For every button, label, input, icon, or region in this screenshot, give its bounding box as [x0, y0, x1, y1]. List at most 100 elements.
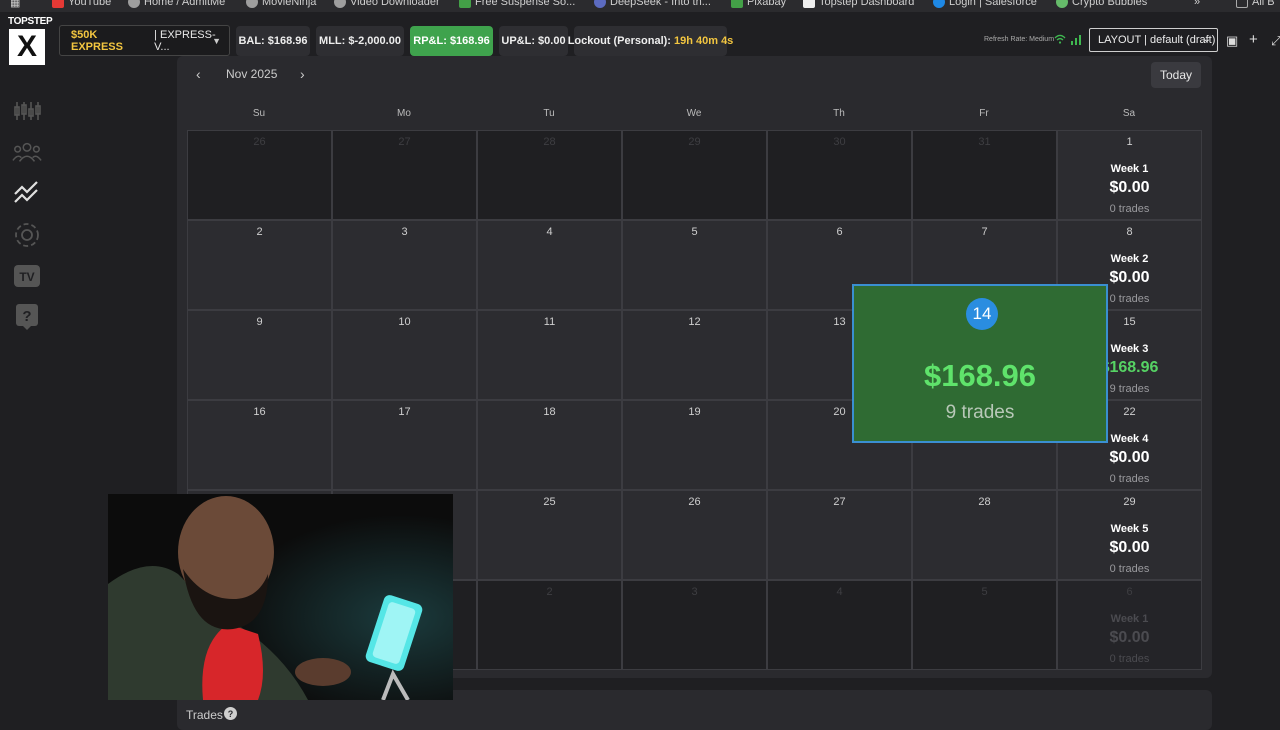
pixabay-icon — [459, 0, 471, 8]
day-cell[interactable]: 3 — [332, 220, 477, 310]
day-cell[interactable]: 31 — [912, 130, 1057, 220]
day-number: 7 — [981, 226, 988, 238]
day-cell[interactable]: 17 — [332, 400, 477, 490]
bookmark-youtube[interactable]: YouTube — [52, 0, 111, 8]
day-number: 26 — [688, 496, 701, 508]
day-cell[interactable]: 29 — [622, 130, 767, 220]
week-pnl: $0.00 — [1109, 629, 1150, 646]
day-cell[interactable]: 26 — [187, 130, 332, 220]
bookmarks-more-icon[interactable]: » — [1194, 0, 1200, 8]
day-number: 30 — [833, 136, 846, 148]
chevron-down-icon: ⌄ — [1202, 34, 1211, 45]
day-cell[interactable]: 25 — [477, 490, 622, 580]
week-trades: 0 trades — [1109, 563, 1150, 575]
week-summary-cell[interactable]: 29 Week 5 $0.00 0 trades — [1057, 490, 1202, 580]
all-bookmarks[interactable]: All B — [1236, 0, 1275, 8]
gear-icon[interactable] — [12, 220, 42, 250]
day-number: 25 — [543, 496, 556, 508]
pixabay-icon — [731, 0, 743, 8]
day-number: 2 — [256, 226, 263, 238]
day-cell[interactable]: 4 — [767, 580, 912, 670]
week-summary-cell[interactable]: 6 Week 1 $0.00 0 trades — [1057, 580, 1202, 670]
day-number: 4 — [836, 586, 843, 598]
day-cell[interactable]: 5 — [912, 580, 1057, 670]
day-cell[interactable]: 12 — [622, 310, 767, 400]
day-cell[interactable]: 19 — [622, 400, 767, 490]
account-select[interactable]: $50K EXPRESS | EXPRESS-V... ▼ — [59, 25, 230, 56]
bookmark-suspense[interactable]: Free Suspense So... — [459, 0, 575, 8]
day-number: 29 — [688, 136, 701, 148]
day-cell[interactable]: 11 — [477, 310, 622, 400]
weekday-label: We — [686, 108, 702, 119]
chevron-left-icon[interactable]: ‹ — [196, 66, 201, 82]
chevron-down-icon: ▼ — [212, 36, 221, 46]
day-number: 6 — [1126, 586, 1133, 598]
salesforce-icon — [933, 0, 945, 8]
topstep-icon — [803, 0, 815, 8]
upl-pill[interactable]: UP&L: $0.00 — [499, 26, 568, 56]
expand-icon[interactable]: ⤢ — [1271, 33, 1280, 49]
layout-select[interactable]: LAYOUT | default (draft) ⌄ — [1089, 28, 1218, 52]
candlestick-chart-icon[interactable] — [12, 96, 42, 126]
week-label: Week 1 — [1110, 613, 1149, 625]
lockout-pill[interactable]: Lockout (Personal): 19h 40m 4s — [568, 26, 733, 56]
webcam-overlay — [108, 494, 453, 700]
day-number: 27 — [833, 496, 846, 508]
today-button[interactable]: Today — [1151, 62, 1201, 88]
day-number: 1 — [1126, 136, 1133, 148]
deepseek-icon — [594, 0, 606, 8]
bookmark-video-downloader[interactable]: Video Downloader — [334, 0, 440, 8]
day-cell[interactable]: 27 — [767, 490, 912, 580]
weekday-label: Sa — [1122, 108, 1136, 119]
day-cell[interactable]: 2 — [187, 220, 332, 310]
svg-text:TV: TV — [19, 270, 34, 284]
bookmark-deepseek[interactable]: DeepSeek - Into th... — [594, 0, 711, 8]
week-pnl: $0.00 — [1109, 539, 1150, 556]
day-cell[interactable]: 4 — [477, 220, 622, 310]
day-cell[interactable]: 26 — [622, 490, 767, 580]
day-number: 11 — [543, 316, 556, 328]
bookmark-crypto-bubbles[interactable]: Crypto Bubbles — [1056, 0, 1147, 8]
day-cell[interactable]: 9 — [187, 310, 332, 400]
apps-grid-icon[interactable]: ▦ — [10, 0, 20, 9]
day-number: 3 — [401, 226, 408, 238]
mll-pill[interactable]: MLL: $-2,000.00 — [316, 26, 404, 56]
day-cell[interactable]: 27 — [332, 130, 477, 220]
weekday-label: Su — [252, 108, 266, 119]
calendar-nav: ‹ Nov 2025 › — [196, 66, 316, 84]
tv-icon[interactable]: TV — [12, 261, 42, 291]
day-cell[interactable]: 18 — [477, 400, 622, 490]
bookmark-movieninja[interactable]: MovieNinja — [246, 0, 316, 8]
topstep-logo[interactable]: TOPSTEP X — [8, 16, 53, 82]
day-cell[interactable]: 5 — [622, 220, 767, 310]
bookmark-admitme[interactable]: Home / AdmitMe — [128, 0, 225, 8]
users-icon[interactable] — [12, 137, 42, 167]
day-cell[interactable]: 28 — [477, 130, 622, 220]
weekday-label: Fr — [979, 108, 989, 119]
week-label: Week 1 — [1110, 163, 1149, 175]
day-number: 6 — [836, 226, 843, 238]
day-cell[interactable]: 30 — [767, 130, 912, 220]
add-icon[interactable]: + — [1249, 31, 1258, 48]
rpl-pill[interactable]: RP&L: $168.96 — [410, 26, 493, 56]
day-cell[interactable]: 28 — [912, 490, 1057, 580]
day-number: 5 — [981, 586, 988, 598]
week-trades: 0 trades — [1109, 473, 1150, 485]
help-icon[interactable]: ? — [12, 302, 42, 332]
bookmark-pixabay[interactable]: Pixabay — [731, 0, 786, 8]
day-number: 29 — [1123, 496, 1136, 508]
bookmark-topstep[interactable]: Topstep Dashboard — [803, 0, 914, 8]
bookmark-salesforce[interactable]: Login | Salesforce — [933, 0, 1037, 8]
save-icon[interactable]: ▣ — [1226, 33, 1238, 49]
weekday-label: Th — [833, 108, 845, 119]
day-cell[interactable]: 2 — [477, 580, 622, 670]
chevron-right-icon[interactable]: › — [300, 66, 305, 82]
week-summary-cell[interactable]: 1 Week 1 $0.00 0 trades — [1057, 130, 1202, 220]
day-cell[interactable]: 16 — [187, 400, 332, 490]
day-cell[interactable]: 3 — [622, 580, 767, 670]
balance-pill[interactable]: BAL: $168.96 — [236, 26, 310, 56]
day-cell[interactable]: 10 — [332, 310, 477, 400]
day-highlight-card[interactable]: 14 $168.96 9 trades — [852, 284, 1108, 443]
analytics-icon[interactable] — [12, 177, 42, 207]
help-icon[interactable]: ? — [224, 707, 237, 720]
